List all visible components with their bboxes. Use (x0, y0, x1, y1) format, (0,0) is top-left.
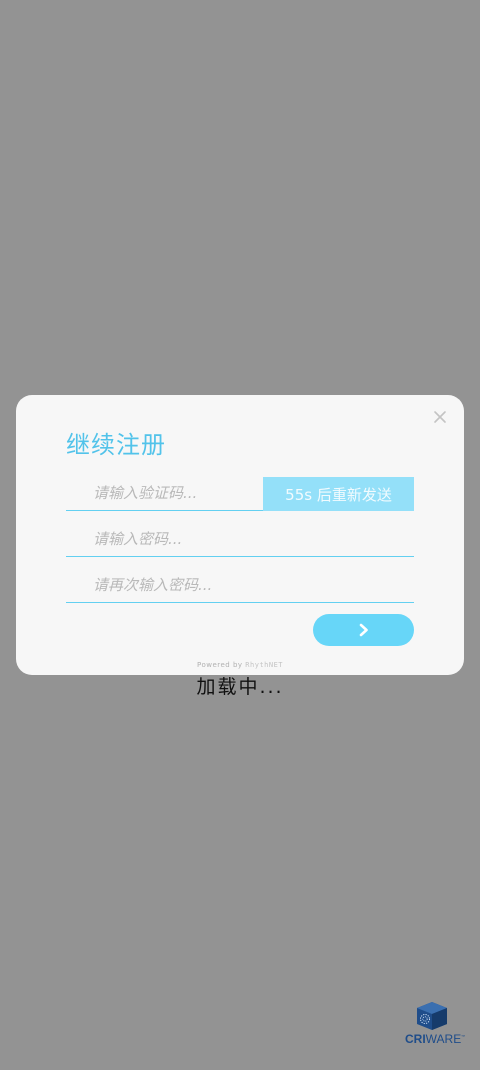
verification-code-input[interactable] (66, 477, 262, 509)
powered-by-label: Powered by (196, 661, 243, 669)
confirm-password-input[interactable] (66, 569, 414, 601)
criware-ware: WARE (425, 1032, 462, 1046)
powered-by-footer: Powered by RhythNET (16, 661, 464, 669)
registration-dialog: 继续注册 55s 后重新发送 Powered by RhythNET (16, 395, 464, 675)
loading-text: 加载中... (196, 676, 284, 698)
password-field (66, 523, 414, 557)
criware-wordmark: CRIWARE™ (405, 1032, 465, 1046)
confirm-password-field (66, 569, 414, 603)
criware-tm: ™ (461, 1034, 466, 1039)
criware-cri: CRI (405, 1032, 426, 1046)
next-button[interactable] (313, 614, 414, 646)
close-icon (434, 411, 446, 423)
resend-code-button[interactable]: 55s 后重新发送 (263, 477, 414, 511)
password-input[interactable] (66, 523, 414, 555)
chevron-right-icon (359, 623, 368, 637)
criware-logo: CRIWARE™ (405, 1001, 465, 1049)
dialog-title: 继续注册 (66, 431, 166, 459)
criware-logo-icon (417, 1002, 447, 1030)
close-button[interactable] (430, 407, 450, 427)
powered-by-brand: RhythNET (245, 661, 284, 669)
